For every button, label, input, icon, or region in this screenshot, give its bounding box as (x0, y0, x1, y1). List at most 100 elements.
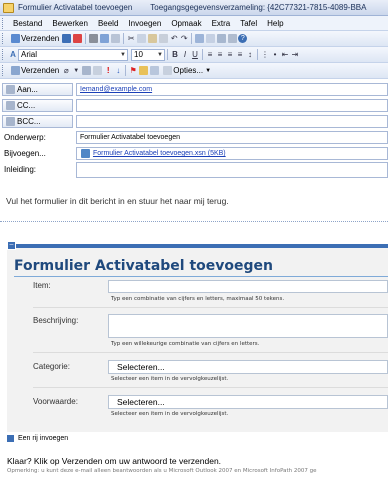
paste-icon[interactable] (148, 34, 158, 43)
to-button[interactable]: Aan... (2, 83, 73, 96)
underline-icon[interactable]: U (190, 50, 200, 59)
introduction-label: Inleiding: (4, 165, 37, 174)
low-importance-icon[interactable]: ↓ (113, 66, 123, 75)
hyperlink-icon[interactable] (195, 34, 205, 43)
attach-file-icon[interactable] (73, 34, 83, 43)
flag-icon[interactable]: ⚑ (128, 66, 138, 75)
decrease-indent-icon[interactable]: ⇤ (280, 50, 290, 59)
toolbar-grip[interactable] (2, 17, 5, 29)
item-hint: Typ een combinatie van cijfers en letter… (111, 296, 285, 302)
category-label: Categorie: (33, 362, 70, 371)
toolbar-separator (191, 33, 193, 44)
form-title: Formulier Activatabel toevoegen (14, 258, 273, 274)
toolbar-grip[interactable] (2, 49, 5, 60)
category-select[interactable]: Selecteren... (108, 360, 388, 374)
form-top-bar (7, 244, 388, 248)
open-folder-icon[interactable] (139, 66, 149, 75)
introduction-field[interactable] (76, 161, 388, 178)
send-label: Verzenden (21, 34, 60, 43)
menu-tafel[interactable]: Tafel (235, 19, 262, 28)
menu-bestand[interactable]: Bestand (8, 19, 47, 28)
line-spacing-icon[interactable]: ↕ (245, 50, 255, 59)
copy-icon[interactable] (137, 34, 147, 43)
cc-button-label: CC... (17, 101, 36, 110)
menu-bewerken[interactable]: Bewerken (47, 19, 93, 28)
toolbar-separator (125, 65, 127, 76)
category-hint: Selecteer een item in de vervolgkeuzelij… (111, 376, 229, 382)
address-book-icon (6, 117, 15, 126)
print-preview-icon[interactable] (100, 34, 110, 43)
insert-row-button[interactable]: Een rij invoegen (7, 435, 68, 442)
menu-beeld[interactable]: Beeld (93, 19, 123, 28)
high-importance-icon[interactable]: ! (103, 66, 113, 75)
spelling-icon[interactable] (111, 34, 121, 43)
table-icon[interactable] (206, 34, 216, 43)
send-form-button[interactable]: Verzenden (8, 64, 61, 77)
attach-icon[interactable]: ⌀ (61, 66, 71, 75)
cc-field[interactable] (76, 99, 388, 112)
bold-icon[interactable]: B (170, 50, 180, 59)
italic-icon[interactable]: I (180, 50, 190, 59)
row-divider (33, 352, 388, 353)
increase-indent-icon[interactable]: ⇥ (290, 50, 300, 59)
condition-select[interactable]: Selecteren... (108, 395, 388, 409)
bcc-button[interactable]: BCC... (2, 115, 73, 128)
attachment-link[interactable]: Formulier Activatabel toevoegen.xsn (5KB… (93, 150, 226, 157)
introduction-row: Inleiding: (0, 161, 388, 178)
condition-hint: Selecteer een item in de vervolgkeuzelij… (111, 411, 229, 417)
menu-extra[interactable]: Extra (207, 19, 236, 28)
address-book-icon (6, 101, 15, 110)
menu-invoegen[interactable]: Invoegen (123, 19, 166, 28)
justify-icon[interactable]: ≡ (235, 50, 245, 59)
bullets-icon[interactable]: • (270, 50, 280, 59)
numbering-icon[interactable]: ⋮ (260, 50, 270, 59)
description-input[interactable] (108, 314, 388, 338)
options-button[interactable]: Opties... ▼ (160, 64, 213, 77)
menu-opmaak[interactable]: Opmaak (166, 19, 206, 28)
collapse-icon[interactable]: – (7, 241, 16, 250)
form-title-rule (14, 276, 388, 277)
print-icon[interactable] (89, 34, 99, 43)
to-field[interactable]: Iemand@example.com (76, 83, 388, 96)
check-names-icon[interactable] (93, 66, 103, 75)
bcc-field[interactable] (76, 115, 388, 128)
find-icon[interactable] (228, 34, 238, 43)
cc-button[interactable]: CC... (2, 99, 73, 112)
align-center-icon[interactable]: ≡ (215, 50, 225, 59)
menu-help[interactable]: Help (262, 19, 288, 28)
options-label: Opties... (173, 66, 204, 75)
format-painter-icon[interactable] (159, 34, 169, 43)
attach-dropdown-icon[interactable]: ▼ (71, 68, 81, 74)
attachment-field: Formulier Activatabel toevoegen.xsn (5KB… (76, 147, 388, 160)
save-icon[interactable] (62, 34, 72, 43)
picture-icon[interactable] (217, 34, 227, 43)
font-name-select[interactable]: Arial ▼ (18, 48, 128, 61)
toolbar-grip[interactable] (2, 65, 5, 76)
window-title-source: Toegangsgegevensverzameling: {42C77321-7… (150, 3, 367, 12)
align-right-icon[interactable]: ≡ (225, 50, 235, 59)
cut-icon[interactable]: ✂ (126, 34, 136, 43)
send-button[interactable]: Verzenden (8, 32, 61, 45)
chevron-down-icon: ▼ (205, 67, 212, 74)
toolbar-grip[interactable] (2, 33, 5, 44)
subject-field[interactable]: Formulier Activatabel toevoegen (76, 131, 388, 144)
insert-table-icon[interactable] (150, 66, 160, 75)
font-size-select[interactable]: 10 ▼ (131, 48, 165, 61)
help-icon[interactable]: ? (238, 34, 248, 43)
send-icon (11, 66, 20, 75)
redo-icon[interactable]: ↷ (179, 34, 189, 43)
send-icon (11, 34, 20, 43)
footer-note: Opmerking: u kunt deze e-mail alleen bea… (7, 468, 317, 474)
undo-icon[interactable]: ↶ (169, 34, 179, 43)
align-left-icon[interactable]: ≡ (205, 50, 215, 59)
send-instruction: Klaar? Klik op Verzenden om uw antwoord … (7, 456, 222, 466)
attach-label[interactable]: Bijvoegen... (4, 149, 46, 158)
item-label: Item: (33, 281, 51, 290)
styles-icon[interactable]: A (8, 50, 18, 59)
to-recipient[interactable]: Iemand@example.com (80, 86, 152, 93)
item-input[interactable] (108, 280, 388, 293)
bcc-button-label: BCC... (17, 117, 41, 126)
address-book-icon[interactable] (82, 66, 92, 75)
font-size-value: 10 (134, 49, 143, 59)
chevron-down-icon: ▼ (120, 51, 126, 58)
